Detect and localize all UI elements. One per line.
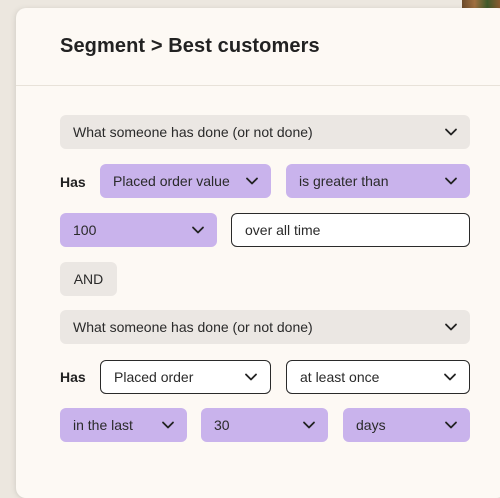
condition-type-value-2: What someone has done (or not done) xyxy=(73,319,313,335)
operator-value-2: at least once xyxy=(300,369,380,385)
chevron-down-icon xyxy=(445,421,457,429)
background-photo xyxy=(462,0,500,8)
chevron-down-icon xyxy=(192,226,204,234)
chevron-down-icon xyxy=(444,373,456,381)
metric-value-1: Placed order value xyxy=(113,173,230,189)
time-qualifier-value-2: in the last xyxy=(73,417,133,433)
condition-type-select-2[interactable]: What someone has done (or not done) xyxy=(60,310,470,344)
amount-select-2[interactable]: 30 xyxy=(201,408,328,442)
condition-type-select-1[interactable]: What someone has done (or not done) xyxy=(60,115,470,149)
has-label-1: Has xyxy=(60,174,86,190)
page-title: Segment > Best customers xyxy=(60,35,320,57)
time-qualifier-select-2[interactable]: in the last xyxy=(60,408,187,442)
timeframe-input-1[interactable]: over all time xyxy=(231,213,470,247)
value-value-1: 100 xyxy=(73,222,97,238)
chevron-down-icon xyxy=(245,373,257,381)
unit-value-2: days xyxy=(356,417,386,433)
chevron-down-icon xyxy=(246,177,258,185)
value-select-1[interactable]: 100 xyxy=(60,213,217,247)
segment-panel: Segment > Best customers What someone ha… xyxy=(16,8,500,498)
timeframe-value-1: over all time xyxy=(245,222,321,238)
and-connector-button[interactable]: AND xyxy=(60,262,117,296)
has-label-2: Has xyxy=(60,369,86,385)
chevron-down-icon xyxy=(445,177,457,185)
chevron-down-icon xyxy=(303,421,315,429)
amount-value-2: 30 xyxy=(214,417,230,433)
operator-select-1[interactable]: is greater than xyxy=(286,164,470,198)
panel-header: Segment > Best customers xyxy=(16,8,500,86)
metric-select-1[interactable]: Placed order value xyxy=(100,164,271,198)
condition-type-value-1: What someone has done (or not done) xyxy=(73,124,313,140)
metric-select-2[interactable]: Placed order xyxy=(100,360,271,394)
chevron-down-icon xyxy=(162,421,174,429)
chevron-down-icon xyxy=(445,323,457,331)
chevron-down-icon xyxy=(445,128,457,136)
operator-select-2[interactable]: at least once xyxy=(286,360,470,394)
unit-select-2[interactable]: days xyxy=(343,408,470,442)
operator-value-1: is greater than xyxy=(299,173,389,189)
metric-value-2: Placed order xyxy=(114,369,194,385)
